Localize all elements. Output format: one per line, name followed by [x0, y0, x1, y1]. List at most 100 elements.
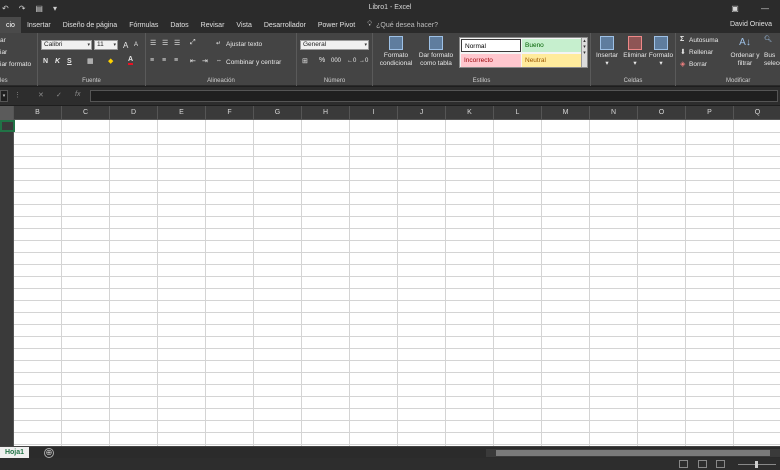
column-header-q[interactable]: Q	[734, 106, 780, 120]
column-header-n[interactable]: N	[590, 106, 638, 120]
percent-button[interactable]: %	[319, 57, 325, 64]
horizontal-scrollbar[interactable]	[486, 449, 780, 457]
column-header-l[interactable]: L	[494, 106, 542, 120]
align-middle-icon[interactable]: ☰	[162, 39, 168, 47]
column-headers: BCDEFGHIJKLMNOPQ	[0, 106, 780, 120]
styles-gallery-scroll[interactable]: ▴ ▾ ▾	[581, 38, 587, 67]
sort-filter-button[interactable]: A↓ Ordenar y filtrar	[728, 33, 762, 68]
worksheet-grid[interactable]	[0, 120, 780, 446]
format-cells-button[interactable]: Formato ▾	[647, 33, 675, 68]
insert-cells-button[interactable]: Insertar ▾	[593, 33, 621, 68]
fill-button[interactable]: Rellenar	[689, 49, 713, 56]
group-label-editing: Modificar	[726, 78, 751, 84]
lightbulb-icon: 💡︎	[367, 21, 373, 28]
format-as-table-button[interactable]: Dar formato como tabla	[417, 33, 455, 68]
tell-me-text: ¿Qué desea hacer?	[376, 21, 439, 29]
formula-input[interactable]	[90, 90, 778, 102]
user-name[interactable]: David Onieva	[730, 21, 772, 28]
style-incorrecto[interactable]: Incorrecto	[461, 54, 521, 67]
increase-decimal-icon[interactable]: ←0	[347, 58, 356, 64]
column-header-h[interactable]: H	[302, 106, 350, 120]
style-bueno[interactable]: Bueno	[522, 39, 582, 52]
currency-icon[interactable]: ⊞	[302, 57, 308, 65]
column-header-e[interactable]: E	[158, 106, 206, 120]
align-left-icon[interactable]: ≡	[150, 57, 154, 64]
font-name-select[interactable]: Calibri ▾	[41, 40, 92, 50]
column-header-k[interactable]: K	[446, 106, 494, 120]
conditional-format-button[interactable]: Formato condicional	[377, 33, 415, 68]
align-center-icon[interactable]: ≡	[162, 57, 166, 64]
tab-inicio[interactable]: cio	[0, 17, 21, 33]
clear-button[interactable]: Borrar	[689, 61, 707, 68]
eraser-icon: ◈	[680, 61, 686, 68]
minimize-icon[interactable]: —	[750, 0, 780, 17]
column-header-c[interactable]: C	[62, 106, 110, 120]
column-header-p[interactable]: P	[686, 106, 734, 120]
align-bottom-icon[interactable]: ☰	[174, 39, 180, 47]
delete-cells-icon	[628, 36, 642, 50]
underline-button[interactable]: S	[67, 58, 72, 65]
page-break-view-icon[interactable]	[716, 460, 725, 468]
insert-function-icon[interactable]: fx	[75, 91, 80, 98]
column-header-a[interactable]	[0, 106, 14, 120]
tab-revisar[interactable]: Revisar	[195, 17, 231, 33]
tell-me-box[interactable]: 💡︎ ¿Qué desea hacer?	[361, 17, 444, 33]
number-format-select[interactable]: General ▾	[300, 40, 369, 50]
ribbon-display-options-icon[interactable]: ▣	[720, 0, 750, 17]
normal-view-icon[interactable]	[679, 460, 688, 468]
borders-icon[interactable]: ▦	[87, 57, 94, 65]
cancel-icon[interactable]: ✕	[38, 91, 44, 99]
bold-button[interactable]: N	[43, 58, 48, 65]
scrollbar-thumb[interactable]	[496, 450, 770, 456]
delete-cells-button[interactable]: Eliminar ▾	[621, 33, 649, 68]
grow-font-icon[interactable]: A	[123, 41, 128, 50]
thousands-button[interactable]: 000	[331, 58, 341, 64]
align-right-icon[interactable]: ≡	[174, 57, 178, 64]
column-header-i[interactable]: I	[350, 106, 398, 120]
find-select-button[interactable]: 🔍︎ Bus selecc	[764, 33, 780, 68]
column-header-j[interactable]: J	[398, 106, 446, 120]
merge-center-button[interactable]: Combinar y centrar	[226, 59, 281, 66]
active-cell[interactable]	[0, 120, 15, 132]
group-label-clipboard: les	[0, 78, 8, 84]
add-sheet-button[interactable]: ⊕	[44, 448, 54, 458]
title-bar: ↶ ↷ ▤ ▾ Libro1 - Excel ▣ —	[0, 0, 780, 17]
style-normal[interactable]: Normal	[461, 39, 521, 52]
decrease-decimal-icon[interactable]: →0	[359, 58, 368, 64]
tab-datos[interactable]: Datos	[164, 17, 194, 33]
wrap-text-button[interactable]: Ajustar texto	[226, 41, 262, 48]
column-header-o[interactable]: O	[638, 106, 686, 120]
more-options-icon[interactable]: ⋮	[14, 91, 21, 99]
decrease-indent-icon[interactable]: ⇤	[190, 57, 196, 65]
zoom-slider-handle[interactable]	[755, 461, 758, 468]
font-size-select[interactable]: 11 ▾	[94, 40, 118, 50]
column-header-g[interactable]: G	[254, 106, 302, 120]
autosum-button[interactable]: Autosuma	[689, 37, 718, 44]
column-header-f[interactable]: F	[206, 106, 254, 120]
tab-formulas[interactable]: Fórmulas	[123, 17, 164, 33]
style-neutral[interactable]: Neutral	[522, 54, 582, 67]
name-box[interactable]: ▾	[0, 90, 8, 102]
fill-color-icon[interactable]: ◆	[108, 57, 113, 65]
align-top-icon[interactable]: ☰	[150, 39, 156, 47]
shrink-font-icon[interactable]: A	[134, 42, 138, 48]
conditional-format-icon	[389, 36, 403, 50]
tab-power-pivot[interactable]: Power Pivot	[312, 17, 361, 33]
italic-button[interactable]: K	[55, 58, 60, 65]
orientation-icon[interactable]: ⤢	[190, 39, 196, 47]
cut-button[interactable]: ar	[0, 37, 6, 44]
increase-indent-icon[interactable]: ⇥	[202, 57, 208, 65]
tab-diseno-pagina[interactable]: Diseño de página	[57, 17, 124, 33]
font-color-button[interactable]: A	[128, 56, 134, 65]
copy-button[interactable]: iar	[0, 49, 7, 56]
tab-insertar[interactable]: Insertar	[21, 17, 57, 33]
enter-icon[interactable]: ✓	[56, 91, 62, 99]
tab-vista[interactable]: Vista	[230, 17, 257, 33]
format-painter-button[interactable]: iar formato	[0, 61, 31, 68]
page-layout-view-icon[interactable]	[698, 460, 707, 468]
column-header-b[interactable]: B	[14, 106, 62, 120]
group-number: General ▾ ⊞ % 000 ←0 →0 Número	[297, 33, 373, 86]
column-header-m[interactable]: M	[542, 106, 590, 120]
tab-desarrollador[interactable]: Desarrollador	[258, 17, 312, 33]
column-header-d[interactable]: D	[110, 106, 158, 120]
